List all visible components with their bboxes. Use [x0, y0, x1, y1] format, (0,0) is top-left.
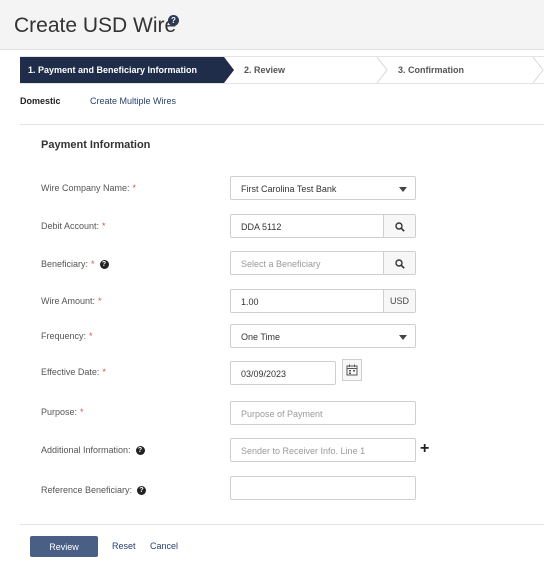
beneficiary-input[interactable]: Select a Beneficiary — [230, 251, 416, 275]
required-marker: * — [89, 331, 93, 341]
payment-information-panel: Payment Information Wire Company Name: * … — [20, 124, 544, 524]
help-icon[interactable]: ? — [137, 486, 147, 496]
debit-account-input[interactable]: DDA 5112 — [230, 214, 416, 238]
debit-account-search-button[interactable] — [383, 215, 415, 237]
beneficiary-label: Beneficiary: *? — [41, 259, 109, 270]
purpose-input[interactable]: Purpose of Payment — [230, 401, 416, 425]
wizard-stepper: 1. Payment and Beneficiary Information 2… — [20, 56, 544, 84]
step-chevron-icon — [532, 57, 544, 83]
additional-info-label: Additional Information:? — [41, 445, 145, 456]
wire-amount-input[interactable]: 1.00 USD — [230, 289, 416, 313]
cancel-link[interactable]: Cancel — [150, 541, 178, 551]
required-marker: * — [132, 183, 137, 193]
help-icon[interactable]: ? — [135, 446, 145, 456]
reference-beneficiary-label: Reference Beneficiary:? — [41, 485, 147, 496]
tab-domestic[interactable]: Domestic — [20, 96, 61, 106]
step-chevron-icon — [376, 57, 388, 83]
calendar-icon — [346, 364, 358, 376]
caret-down-icon — [399, 335, 407, 340]
required-marker: * — [98, 296, 102, 306]
required-marker: * — [102, 221, 106, 231]
tab-create-multiple-wires[interactable]: Create Multiple Wires — [90, 96, 176, 106]
debit-account-label: Debit Account: * — [41, 221, 106, 231]
help-icon[interactable]: ? — [168, 15, 179, 26]
wire-company-select[interactable]: First Carolina Test Bank — [230, 176, 416, 200]
purpose-label: Purpose: * — [41, 407, 84, 417]
step-confirmation[interactable]: 3. Confirmation — [398, 57, 518, 83]
section-title: Payment Information — [41, 139, 151, 151]
reference-beneficiary-input[interactable] — [230, 476, 416, 500]
effective-date-input[interactable]: 03/09/2023 — [230, 361, 336, 385]
step-active-arrow — [224, 57, 234, 83]
help-icon[interactable]: ? — [99, 260, 109, 270]
required-marker: * — [80, 407, 84, 417]
wire-company-label: Wire Company Name: * — [41, 183, 137, 193]
calendar-button[interactable] — [342, 359, 362, 381]
plus-icon[interactable]: + — [420, 441, 429, 457]
wire-amount-label: Wire Amount: * — [41, 296, 102, 306]
caret-down-icon — [399, 187, 407, 192]
search-icon — [394, 221, 405, 232]
frequency-select[interactable]: One Time — [230, 324, 416, 348]
frequency-label: Frequency: * — [41, 331, 93, 341]
additional-info-input[interactable]: Sender to Receiver Info. Line 1 — [230, 438, 416, 462]
page-title: Create USD Wire — [14, 14, 177, 37]
form-footer: Review Reset Cancel — [20, 524, 544, 566]
reset-link[interactable]: Reset — [112, 541, 136, 551]
review-button[interactable]: Review — [30, 536, 98, 557]
required-marker: * — [102, 367, 106, 377]
currency-addon: USD — [383, 290, 415, 312]
required-marker: * — [91, 259, 95, 269]
page-header: Create USD Wire ? — [0, 0, 544, 50]
step-review[interactable]: 2. Review — [244, 57, 364, 83]
beneficiary-search-button[interactable] — [383, 252, 415, 274]
search-icon — [394, 258, 405, 269]
step-payment-beneficiary[interactable]: 1. Payment and Beneficiary Information — [20, 57, 224, 83]
effective-date-label: Effective Date: * — [41, 367, 106, 377]
